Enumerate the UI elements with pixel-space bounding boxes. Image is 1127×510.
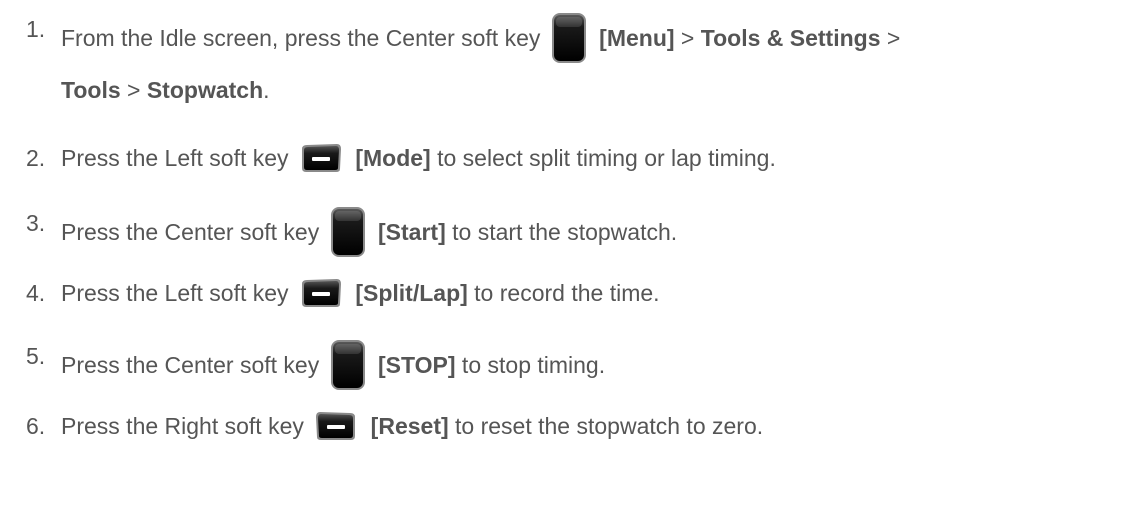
step-text: From the Idle screen, press the Center s… — [61, 25, 541, 52]
menu-path-item: Tools — [61, 77, 121, 103]
path-separator: > — [120, 77, 147, 103]
step-number: 1. — [26, 16, 46, 42]
step-text: Press the Left soft key — [61, 145, 289, 171]
center-soft-key-icon — [551, 12, 587, 64]
step-number: 5. — [26, 343, 46, 369]
step-text: to stop timing. — [455, 352, 606, 379]
step-text: Press the Right soft key — [61, 413, 304, 439]
key-label: [Reset] — [370, 413, 449, 439]
step-text: to reset the stopwatch to zero. — [448, 413, 764, 439]
step-text: to select split timing or lap timing. — [430, 145, 776, 171]
key-label: [STOP] — [378, 352, 456, 379]
step-text-line: Press the Center soft key [Start] to sta… — [61, 206, 678, 260]
step-number: 4. — [26, 280, 46, 306]
menu-path-item: Stopwatch — [146, 77, 264, 103]
key-label: [Start] — [378, 219, 446, 246]
left-soft-key-icon — [299, 143, 343, 173]
menu-path-item: Tools & Settings — [700, 25, 881, 52]
step-text-line-2: Tools > Stopwatch. — [61, 75, 270, 105]
path-separator: > — [880, 25, 901, 52]
key-label: [Mode] — [355, 145, 431, 171]
center-soft-key-icon — [330, 206, 366, 258]
step-text-line: Press the Left soft key [Mode] to select… — [61, 143, 776, 175]
path-separator: > — [674, 25, 701, 52]
step-text: Press the Center soft key — [61, 219, 320, 246]
center-soft-key-icon — [330, 339, 366, 391]
step-number: 3. — [26, 210, 46, 236]
step-text: Press the Center soft key — [61, 352, 320, 379]
step-number: 6. — [26, 413, 46, 439]
step-text: to record the time. — [467, 280, 660, 306]
right-soft-key-icon — [314, 411, 358, 441]
step-text: to start the stopwatch. — [445, 219, 678, 246]
key-label: [Split/Lap] — [355, 280, 468, 306]
step-text: Press the Left soft key — [61, 280, 289, 306]
step-text-line: Press the Right soft key [Reset] to rese… — [61, 411, 763, 443]
left-soft-key-icon — [299, 278, 343, 308]
step-text-line-1: From the Idle screen, press the Center s… — [61, 12, 901, 66]
key-label: [Menu] — [599, 25, 675, 52]
step-text-line: Press the Center soft key [STOP] to stop… — [61, 339, 606, 393]
sentence-end: . — [263, 77, 270, 103]
step-text-line: Press the Left soft key [Split/Lap] to r… — [61, 278, 660, 310]
step-number: 2. — [26, 145, 46, 171]
